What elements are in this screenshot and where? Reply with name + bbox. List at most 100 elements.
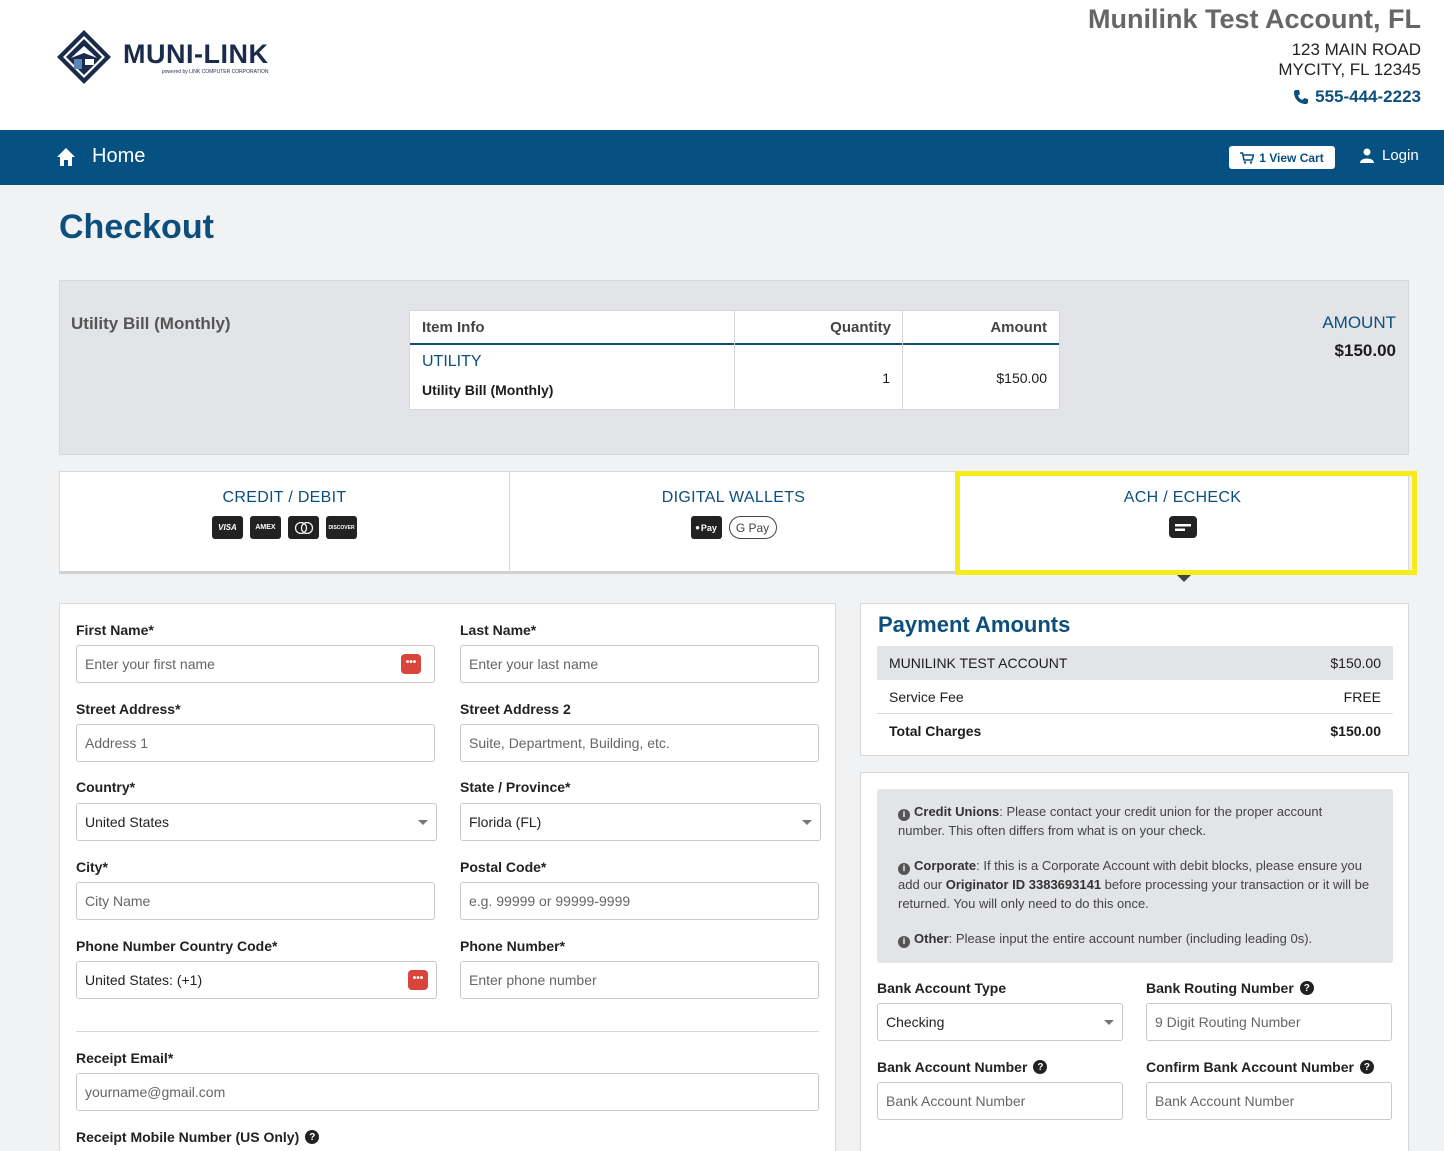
- muni-link-logo-icon: [57, 30, 111, 84]
- column-header-amount: Amount: [903, 311, 1059, 345]
- street-address-2-input[interactable]: [460, 724, 819, 762]
- bank-account-type-label: Bank Account Type: [877, 980, 1007, 996]
- phone-link[interactable]: 555-444-2223: [1088, 87, 1421, 107]
- routing-number-label-text: Bank Routing Number: [1146, 980, 1294, 996]
- notice-other-title: Other: [914, 931, 949, 946]
- account-number-label-text: Bank Account Number: [877, 1059, 1028, 1075]
- login-label: Login: [1382, 147, 1419, 164]
- street-address-2-label: Street Address 2: [460, 701, 571, 717]
- account-number-label: Bank Account Number ?: [877, 1059, 1048, 1075]
- state-select[interactable]: Florida (FL): [460, 803, 821, 841]
- ach-form: i Credit Unions: Please contact your cred…: [860, 772, 1409, 1151]
- notice-corporate: i Corporate: If this is a Corporate Accou…: [898, 856, 1372, 913]
- street-address-input[interactable]: [76, 724, 435, 762]
- apple-pay-icon: ● Pay: [690, 516, 722, 539]
- first-name-label: First Name*: [76, 622, 154, 638]
- confirm-account-number-label-text: Confirm Bank Account Number: [1146, 1059, 1354, 1075]
- country-select[interactable]: United States: [76, 803, 437, 841]
- amount-row-value: $150.00: [1330, 723, 1381, 739]
- muni-link-logo[interactable]: MUNI-LINK powered by LINK COMPUTER CORPO…: [55, 27, 268, 87]
- account-name: Munilink Test Account, FL: [1088, 4, 1421, 34]
- phone-number: 555-444-2223: [1315, 87, 1421, 106]
- street-address-label: Street Address*: [76, 701, 181, 717]
- notice-credit-unions: i Credit Unions: Please contact your cred…: [898, 802, 1372, 840]
- password-manager-icon[interactable]: •••: [401, 654, 421, 674]
- summary-amount-value: $150.00: [1334, 341, 1396, 360]
- selected-tab-indicator: [1177, 575, 1191, 582]
- amount-row-value: FREE: [1343, 688, 1381, 705]
- tab-credit-debit-label: CREDIT / DEBIT: [222, 489, 347, 506]
- state-value: Florida (FL): [469, 814, 542, 830]
- column-header-quantity: Quantity: [735, 311, 903, 345]
- order-summary: Utility Bill (Monthly) Item Info Quantit…: [59, 280, 1409, 455]
- receipt-email-input[interactable]: [76, 1073, 819, 1111]
- help-icon[interactable]: ?: [305, 1130, 320, 1144]
- tab-ach-echeck[interactable]: ACH / ECHECK: [957, 472, 1408, 572]
- password-manager-icon[interactable]: •••: [408, 970, 428, 990]
- payment-amounts: Payment Amounts MUNILINK TEST ACCOUNT $1…: [860, 603, 1409, 756]
- mastercard-icon: [288, 516, 319, 539]
- phone-country-code-value: United States: (+1): [85, 972, 203, 988]
- routing-number-input[interactable]: [1146, 1003, 1392, 1041]
- first-name-input[interactable]: [76, 645, 435, 683]
- view-cart-button[interactable]: 1 View Cart: [1229, 146, 1335, 169]
- phone-number-input[interactable]: [460, 961, 819, 999]
- summary-amount-label: AMOUNT: [1322, 313, 1396, 332]
- amount-row-label: MUNILINK TEST ACCOUNT: [889, 655, 1068, 671]
- logo-title: MUNI-LINK: [123, 38, 269, 69]
- visa-icon: VISA: [212, 516, 243, 539]
- payment-method-tabs: CREDIT / DEBIT VISA AMEX DISCOVER DIGITA…: [59, 471, 1409, 574]
- account-info: Munilink Test Account, FL 123 MAIN ROAD …: [1088, 4, 1421, 107]
- amount-row-total: Total Charges $150.00: [877, 714, 1393, 748]
- state-label: State / Province*: [460, 779, 571, 795]
- account-number-input[interactable]: [877, 1082, 1123, 1120]
- phone-icon: [1294, 90, 1309, 104]
- item-table: Item Info Quantity Amount UTILITY Utilit…: [409, 310, 1060, 411]
- help-icon[interactable]: ?: [1299, 981, 1314, 995]
- country-label: Country*: [76, 779, 136, 795]
- logo-subtitle: powered by LINK COMPUTER CORPORATION: [161, 68, 269, 75]
- tab-credit-debit[interactable]: CREDIT / DEBIT VISA AMEX DISCOVER: [60, 472, 509, 572]
- form-divider: [76, 1031, 819, 1032]
- item-quantity: 1: [882, 370, 890, 386]
- page-title: Checkout: [59, 208, 214, 246]
- help-icon[interactable]: ?: [1033, 1060, 1048, 1074]
- postal-code-input[interactable]: [460, 882, 819, 920]
- item-amount: $150.00: [996, 370, 1047, 386]
- tab-digital-wallets-label: DIGITAL WALLETS: [661, 489, 806, 506]
- amount-row-label: Service Fee: [889, 688, 964, 705]
- column-divider: [734, 311, 735, 411]
- nav-home-label: Home: [92, 145, 146, 167]
- item-type: UTILITY: [422, 353, 482, 370]
- last-name-input[interactable]: [460, 645, 819, 683]
- payment-amounts-title: Payment Amounts: [878, 612, 1071, 637]
- country-value: United States: [85, 814, 170, 830]
- notice-credit-unions-title: Credit Unions: [914, 804, 1000, 819]
- notice-other-text: : Please input the entire account number…: [948, 931, 1313, 946]
- nav-home-link[interactable]: Home: [56, 145, 145, 168]
- check-icon: [1168, 516, 1197, 538]
- confirm-account-number-input[interactable]: [1146, 1082, 1392, 1120]
- address-line-1: 123 MAIN ROAD: [1291, 40, 1421, 59]
- city-input[interactable]: [76, 882, 435, 920]
- chevron-down-icon: [1104, 1020, 1114, 1025]
- chevron-down-icon: [418, 820, 428, 825]
- receipt-email-label: Receipt Email*: [76, 1050, 174, 1066]
- amex-icon: AMEX: [250, 516, 281, 539]
- summary-label: Utility Bill (Monthly): [71, 314, 231, 333]
- notice-corporate-title: Corporate: [914, 858, 977, 873]
- phone-number-label: Phone Number*: [460, 938, 566, 954]
- address-line-2: MYCITY, FL 12345: [1278, 60, 1421, 79]
- chevron-down-icon: [802, 820, 812, 825]
- originator-id: Originator ID 3383693141: [945, 877, 1102, 892]
- login-link[interactable]: Login: [1360, 147, 1419, 164]
- help-icon[interactable]: ?: [1359, 1060, 1374, 1074]
- city-label: City*: [76, 859, 108, 875]
- confirm-account-number-label: Confirm Bank Account Number ?: [1146, 1059, 1374, 1075]
- bank-account-type-select[interactable]: Checking: [877, 1003, 1123, 1041]
- receipt-mobile-label-text: Receipt Mobile Number (US Only): [76, 1129, 300, 1145]
- main-nav: Home 1 View Cart Login: [0, 130, 1444, 185]
- receipt-mobile-label: Receipt Mobile Number (US Only) ?: [76, 1129, 320, 1145]
- phone-country-code-select[interactable]: United States: (+1) •••: [76, 961, 437, 999]
- tab-digital-wallets[interactable]: DIGITAL WALLETS ● Pay G Pay: [510, 472, 957, 572]
